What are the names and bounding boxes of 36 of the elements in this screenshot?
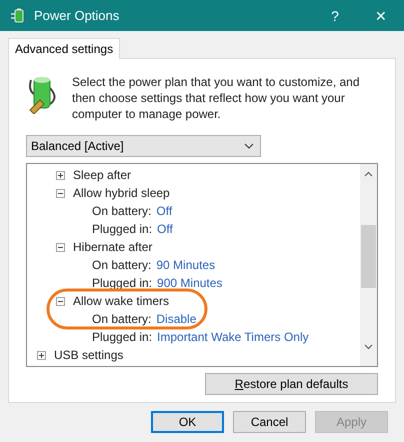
setting-value-link[interactable]: Off — [156, 204, 172, 218]
tree-item[interactable]: USB settings — [54, 348, 124, 362]
battery-icon — [10, 8, 26, 24]
collapse-icon[interactable] — [56, 188, 65, 198]
collapse-icon[interactable] — [56, 242, 65, 252]
help-button[interactable]: ? — [312, 0, 358, 31]
window-title: Power Options — [34, 8, 120, 23]
expand-icon[interactable] — [56, 170, 65, 180]
tab[interactable]: Advanced settings — [8, 38, 120, 59]
collapse-icon[interactable] — [56, 296, 65, 306]
chevron-icon — [244, 143, 254, 149]
scroll-down-icon[interactable] — [364, 344, 373, 350]
setting-label: Plugged in: — [92, 330, 152, 344]
setting-label: On battery: — [92, 312, 152, 326]
scrollbar[interactable] — [360, 164, 377, 366]
close-button[interactable]: ✕ — [358, 0, 404, 31]
dialog-button[interactable]: Cancel — [233, 411, 306, 433]
setting-label: On battery: — [92, 258, 152, 272]
setting-value-link[interactable]: 900 Minutes — [157, 276, 222, 290]
setting-label: Plugged in: — [92, 222, 152, 236]
setting-value-link[interactable]: 90 Minutes — [156, 258, 216, 272]
plan-dropdown[interactable]: Balanced [Active] — [26, 135, 261, 157]
tree-item[interactable]: Allow wake timers — [73, 294, 170, 308]
tree-item[interactable]: Allow hybrid sleep — [73, 186, 170, 200]
setting-value-link[interactable]: Important Wake Timers Only — [157, 330, 309, 344]
scroll-thumb[interactable] — [361, 225, 376, 288]
expand-icon[interactable] — [37, 350, 46, 360]
setting-label: On battery: — [92, 204, 152, 218]
setting-value-link[interactable]: Off — [157, 222, 173, 236]
restore-defaults-button[interactable]: Restore plan defaults — [205, 373, 378, 395]
dialog-button[interactable]: OK — [151, 411, 224, 433]
tree-item[interactable]: Sleep after — [73, 168, 132, 182]
instruction-text: Select the power plan that you want to customize, and then choose settings that reflect how you want your computer to manage power. — [72, 74, 361, 122]
setting-value-link[interactable]: Disable — [156, 312, 196, 326]
tree-item[interactable]: Hibernate after — [73, 240, 152, 254]
scroll-up-icon[interactable] — [364, 171, 373, 177]
